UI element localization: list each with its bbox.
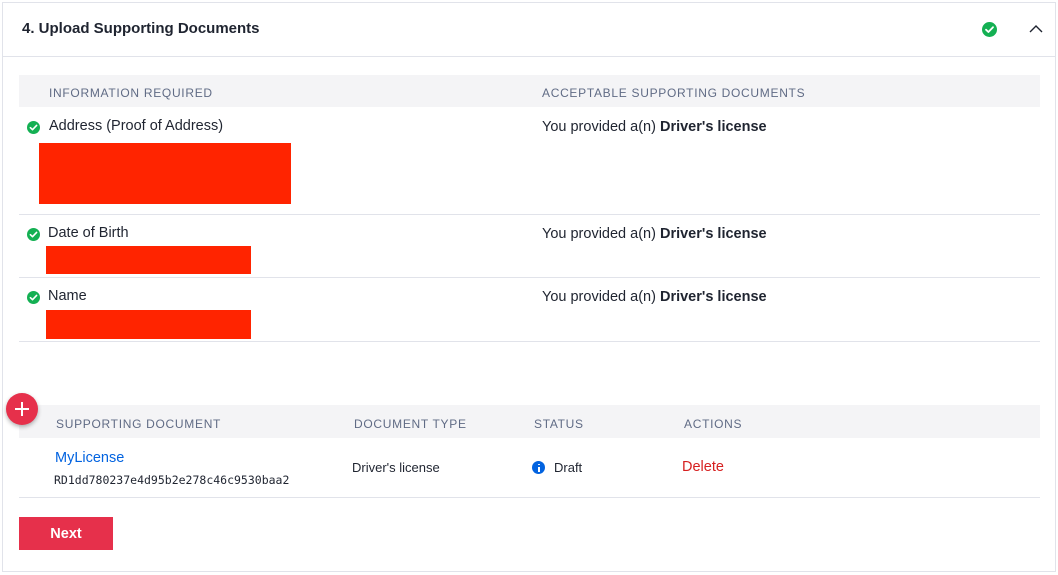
- provided-document-text: You provided a(n) Driver's license: [542, 119, 767, 135]
- info-icon: [532, 461, 545, 474]
- supporting-documents-table: SUPPORTING DOCUMENT DOCUMENT TYPE STATUS…: [19, 405, 1040, 498]
- delete-document-link[interactable]: Delete: [682, 459, 724, 475]
- status-text: Draft: [554, 460, 583, 475]
- check-circle-icon: [27, 291, 40, 304]
- panel-header[interactable]: 4. Upload Supporting Documents: [3, 3, 1055, 57]
- requirements-table-header: INFORMATION REQUIRED ACCEPTABLE SUPPORTI…: [19, 75, 1040, 107]
- document-type: Driver's license: [352, 460, 440, 475]
- document-row: MyLicense RD1dd780237e4d95b2e278c46c9530…: [19, 438, 1040, 498]
- redacted-value: [46, 310, 251, 339]
- requirement-row-date-of-birth: Date of Birth You provided a(n) Driver's…: [19, 215, 1040, 278]
- header-information-required: INFORMATION REQUIRED: [49, 86, 213, 100]
- requirements-table: INFORMATION REQUIRED ACCEPTABLE SUPPORTI…: [19, 75, 1040, 342]
- redacted-value: [39, 143, 291, 204]
- check-circle-icon: [27, 228, 40, 241]
- redacted-value: [46, 246, 251, 274]
- add-document-plus-icon[interactable]: [6, 393, 38, 425]
- section-complete-check-icon: [982, 22, 997, 37]
- provided-document-text: You provided a(n) Driver's license: [542, 226, 767, 242]
- document-sid: RD1dd780237e4d95b2e278c46c9530baa2: [54, 473, 290, 487]
- document-name-link[interactable]: MyLicense: [55, 450, 124, 466]
- header-document-type: DOCUMENT TYPE: [354, 417, 467, 431]
- header-actions: ACTIONS: [684, 417, 743, 431]
- section-title: 4. Upload Supporting Documents: [22, 20, 260, 37]
- requirement-row-name: Name You provided a(n) Driver's license: [19, 278, 1040, 342]
- check-circle-icon: [27, 121, 40, 134]
- requirement-label: Date of Birth: [48, 225, 129, 241]
- header-status: STATUS: [534, 417, 584, 431]
- requirement-row-address: Address (Proof of Address) You provided …: [19, 107, 1040, 215]
- header-acceptable-documents: ACCEPTABLE SUPPORTING DOCUMENTS: [542, 86, 806, 100]
- requirement-label: Name: [48, 288, 87, 304]
- provided-document-text: You provided a(n) Driver's license: [542, 289, 767, 305]
- collapse-chevron-up-icon[interactable]: [1026, 20, 1046, 38]
- requirement-label: Address (Proof of Address): [49, 118, 224, 134]
- next-button[interactable]: Next: [19, 517, 113, 550]
- header-supporting-document: SUPPORTING DOCUMENT: [56, 417, 222, 431]
- documents-table-header: SUPPORTING DOCUMENT DOCUMENT TYPE STATUS…: [19, 405, 1040, 438]
